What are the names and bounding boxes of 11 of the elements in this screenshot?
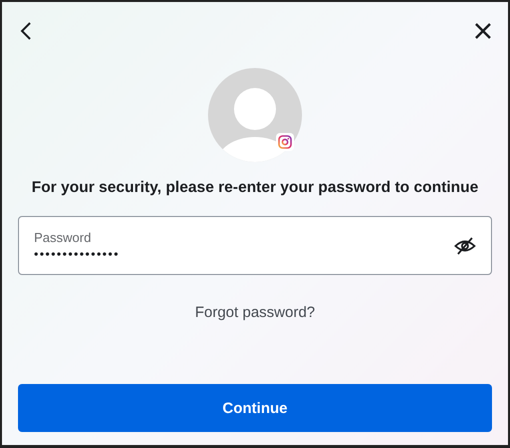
dialog-heading: For your security, please re-enter your password to continue: [32, 178, 478, 198]
password-value: •••••••••••••••: [34, 247, 120, 261]
close-icon[interactable]: [474, 22, 492, 40]
field-label: Password: [34, 230, 92, 245]
camera-app-icon: [276, 133, 294, 151]
eye-slash-icon[interactable]: [454, 236, 476, 256]
password-field[interactable]: Password •••••••••••••••: [18, 216, 492, 275]
avatar-icon: [207, 67, 303, 163]
forgot-password-link[interactable]: Forgot password?: [194, 304, 316, 321]
back-icon[interactable]: [19, 21, 33, 41]
continue-button[interactable]: Continue: [18, 384, 492, 432]
